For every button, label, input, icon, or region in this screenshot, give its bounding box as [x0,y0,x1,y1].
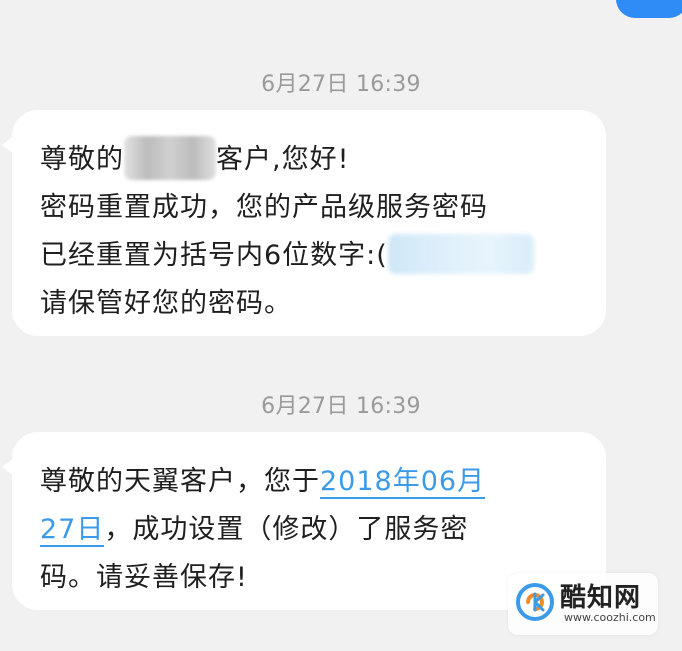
date-link[interactable]: 27日 [40,514,105,547]
sent-message-bubble[interactable] [616,0,682,18]
message-line: 已经重置为括号内6位数字:( [40,232,582,280]
bubble-tail [2,136,14,154]
bubble-tail [2,458,14,476]
message-line: 27日，成功设置（修改）了服务密 [40,514,469,547]
watermark-name: 酷知网 [560,583,642,613]
message-timestamp: 6月27日 16:39 [261,394,421,419]
message-line: 码。请妥善保存! [40,562,248,593]
message-line: 密码重置成功，您的产品级服务密码 [40,192,488,223]
redacted-password [387,233,534,274]
message-line: 尊敬的 客户,您好! [40,135,582,184]
redacted-name [124,135,216,180]
message-line: 请保管好您的密码。 [40,288,292,319]
message-timestamp: 6月27日 16:39 [261,72,421,97]
message-line: 尊敬的天翼客户，您于2018年06月 [40,466,486,499]
message-bubble[interactable]: 尊敬的 客户,您好! 密码重置成功，您的产品级服务密码 已经重置为括号内6位数字:… [2,110,606,336]
date-link[interactable]: 2018年06月 [320,466,486,499]
watermark: 酷知网 www.coozhi.com [508,573,658,635]
watermark-url: www.coozhi.com [564,611,656,624]
coozhi-logo-icon [516,583,554,621]
